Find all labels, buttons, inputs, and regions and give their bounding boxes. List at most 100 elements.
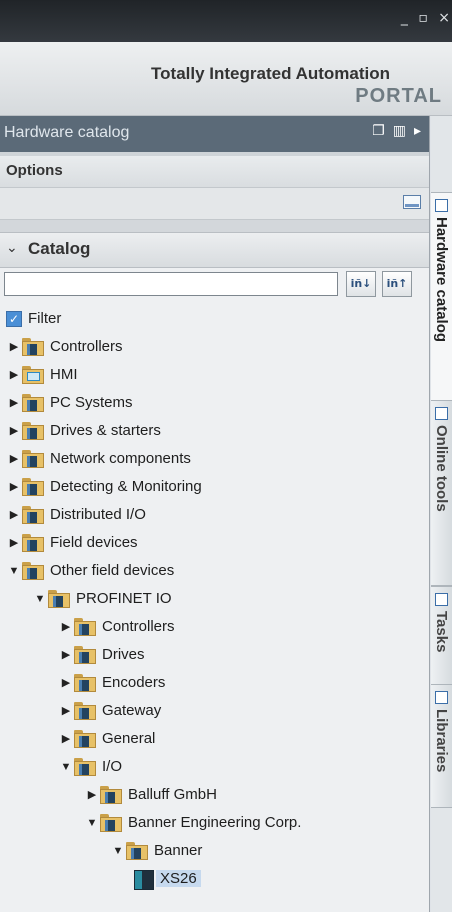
- io-module-icon: [134, 870, 154, 890]
- expand-right-arrow-icon[interactable]: ▶: [8, 340, 20, 354]
- device-folder-icon: [22, 338, 44, 356]
- expand-right-arrow-icon[interactable]: ▶: [60, 676, 72, 690]
- catalog-tree-item[interactable]: ▶ HMI: [0, 362, 429, 390]
- expand-right-arrow-icon[interactable]: ▶: [8, 396, 20, 410]
- expand-down-arrow-icon[interactable]: ▼: [60, 760, 72, 774]
- expand-right-arrow-icon[interactable]: ▶: [60, 620, 72, 634]
- device-folder-icon: [74, 758, 96, 776]
- catalog-tree-item[interactable]: ▼ Other field devices: [0, 558, 429, 586]
- device-folder-icon: [100, 814, 122, 832]
- catalog-tree-item[interactable]: ▶ Network components: [0, 446, 429, 474]
- close-icon[interactable]: ×: [438, 10, 452, 26]
- window-layout-icon[interactable]: [403, 195, 421, 209]
- expand-down-arrow-icon[interactable]: ▼: [112, 844, 124, 858]
- expand-right-arrow-icon[interactable]: ▶: [60, 704, 72, 718]
- side-tab-bar: Hardware catalog Online tools Tasks Libr…: [431, 116, 452, 912]
- tab-label: Hardware catalog: [433, 217, 450, 343]
- tree-item-label: PC Systems: [50, 394, 133, 411]
- filter-checkbox[interactable]: ✓: [6, 311, 22, 327]
- expand-right-arrow-icon[interactable]: ▶: [8, 508, 20, 522]
- catalog-tree-item[interactable]: ▶ Drives & starters: [0, 418, 429, 446]
- float-icon[interactable]: ❐: [372, 123, 385, 139]
- tree-item-label: PROFINET IO: [76, 590, 172, 607]
- catalog-search-input[interactable]: [4, 272, 338, 296]
- expand-right-arrow-icon[interactable]: ▶: [8, 424, 20, 438]
- expand-right-arrow-icon[interactable]: ▶: [86, 788, 98, 802]
- expand-right-arrow-icon[interactable]: ▶: [8, 368, 20, 382]
- device-folder-icon: [22, 394, 44, 412]
- catalog-tree-item[interactable]: ▼ I/O: [0, 754, 429, 782]
- catalog-tree-item[interactable]: ▼ Banner Engineering Corp.: [0, 810, 429, 838]
- device-folder-icon: [74, 730, 96, 748]
- tree-item-label: Controllers: [102, 618, 175, 635]
- catalog-tree-item[interactable]: ▼ PROFINET IO: [0, 586, 429, 614]
- chevron-down-icon[interactable]: ⌄: [6, 240, 18, 256]
- catalog-tree-item[interactable]: ▶ Drives: [0, 642, 429, 670]
- tab-label: Tasks: [433, 611, 450, 653]
- catalog-tree-item[interactable]: ▶ Detecting & Monitoring: [0, 474, 429, 502]
- pane-controls: ❐ ▥ ▸: [364, 123, 421, 139]
- device-folder-icon: [74, 674, 96, 692]
- catalog-tree-item[interactable]: ▶ Gateway: [0, 698, 429, 726]
- tree-item-label: Banner: [154, 842, 203, 859]
- catalog-tree-item[interactable]: ▼ Banner: [0, 838, 429, 866]
- tree-item-label: Other field devices: [50, 562, 175, 579]
- tab-label: Libraries: [433, 709, 450, 773]
- minimize-icon[interactable]: _: [401, 10, 410, 26]
- tab-label: Online tools: [433, 425, 450, 512]
- device-folder-icon: [22, 506, 44, 524]
- tab-tasks[interactable]: Tasks: [431, 586, 452, 686]
- expand-right-arrow-icon[interactable]: ▶: [8, 452, 20, 466]
- catalog-tree-item[interactable]: ▶ Balluff GmbH: [0, 782, 429, 810]
- expand-down-arrow-icon[interactable]: ▼: [34, 592, 46, 606]
- search-down-button[interactable]: iñ↓: [346, 271, 376, 297]
- options-toolbar: [0, 188, 429, 220]
- filter-row[interactable]: ✓ Filter: [0, 306, 429, 334]
- catalog-tree-item[interactable]: ▶ Field devices: [0, 530, 429, 558]
- collapse-arrow-icon[interactable]: ▸: [414, 123, 421, 139]
- tree-item-label: Controllers: [50, 338, 123, 355]
- device-folder-icon: [22, 562, 44, 580]
- catalog-tree-item[interactable]: ▶ Controllers: [0, 614, 429, 642]
- tree-item-label: XS26: [156, 870, 201, 887]
- tree-item-label: Encoders: [102, 674, 166, 691]
- restore-icon[interactable]: ▫: [418, 10, 430, 26]
- expand-right-arrow-icon[interactable]: ▶: [60, 648, 72, 662]
- device-folder-icon: [126, 842, 148, 860]
- expand-right-arrow-icon[interactable]: ▶: [8, 536, 20, 550]
- catalog-tree-item[interactable]: ▶ Controllers: [0, 334, 429, 362]
- tree-item-label: Distributed I/O: [50, 506, 146, 523]
- tab-libraries[interactable]: Libraries: [431, 684, 452, 808]
- hardware-catalog-pane: Hardware catalog ❐ ▥ ▸ Options ⌄ Catalog i…: [0, 116, 430, 912]
- catalog-module-item[interactable]: XS26: [0, 866, 429, 894]
- pane-title: Hardware catalog: [4, 124, 130, 141]
- options-section-header[interactable]: Options: [0, 152, 429, 188]
- device-folder-icon: [74, 702, 96, 720]
- tree-item-label: Network components: [50, 450, 191, 467]
- device-folder-icon: [74, 646, 96, 664]
- catalog-section-header[interactable]: ⌄ Catalog: [0, 232, 429, 268]
- device-folder-icon: [22, 450, 44, 468]
- catalog-search-row: iñ↓ iñ↑: [0, 268, 429, 302]
- window-controls: _ ▫ ×: [399, 10, 452, 26]
- device-folder-icon: [48, 590, 70, 608]
- expand-right-arrow-icon[interactable]: ▶: [60, 732, 72, 746]
- expand-down-arrow-icon[interactable]: ▼: [86, 816, 98, 830]
- product-name: Totally Integrated Automation: [151, 64, 390, 83]
- tab-online-tools[interactable]: Online tools: [431, 400, 452, 586]
- hardware-catalog-header: Hardware catalog ❐ ▥ ▸: [0, 116, 429, 152]
- hmi-folder-icon: [22, 366, 44, 384]
- search-up-button[interactable]: iñ↑: [382, 271, 412, 297]
- portal-header: Totally Integrated Automation PORTAL: [0, 42, 452, 116]
- catalog-tree-item[interactable]: ▶ Distributed I/O: [0, 502, 429, 530]
- tree-item-label: HMI: [50, 366, 78, 383]
- catalog-tree-item[interactable]: ▶ PC Systems: [0, 390, 429, 418]
- expand-right-arrow-icon[interactable]: ▶: [8, 480, 20, 494]
- tree-item-label: Detecting & Monitoring: [50, 478, 202, 495]
- device-folder-icon: [100, 786, 122, 804]
- split-icon[interactable]: ▥: [393, 123, 406, 139]
- catalog-tree-item[interactable]: ▶ Encoders: [0, 670, 429, 698]
- expand-down-arrow-icon[interactable]: ▼: [8, 564, 20, 578]
- catalog-tree-item[interactable]: ▶ General: [0, 726, 429, 754]
- tree-item-label: Balluff GmbH: [128, 786, 217, 803]
